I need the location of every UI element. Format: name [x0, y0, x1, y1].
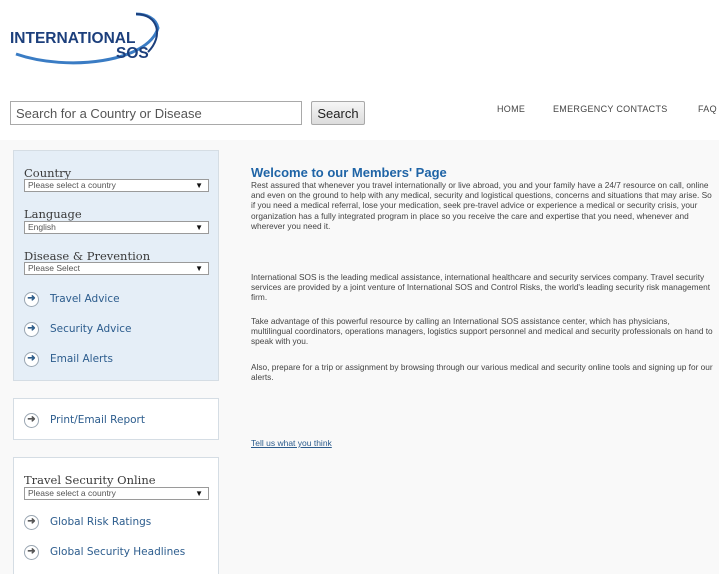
chevron-down-icon: ▼: [195, 181, 203, 190]
chevron-down-icon: ▼: [195, 264, 203, 273]
email-alerts-link[interactable]: ➜ Email Alerts: [24, 350, 113, 368]
global-risk-ratings-label: Global Risk Ratings: [50, 516, 152, 528]
chevron-down-icon: ▼: [195, 223, 203, 232]
language-select[interactable]: English ▼: [24, 221, 209, 234]
arrow-right-circle-icon: ➜: [24, 351, 39, 367]
international-sos-logo[interactable]: INTERNATIONAL SOS: [8, 10, 168, 68]
arrow-right-circle-icon: ➜: [24, 412, 39, 428]
arrow-right-circle-icon: ➜: [24, 544, 39, 560]
logo-graphic: INTERNATIONAL SOS: [10, 12, 160, 65]
tso-country-select[interactable]: Please select a country ▼: [24, 487, 209, 500]
feedback-link[interactable]: Tell us what you think: [251, 438, 332, 448]
disease-select[interactable]: Please Select ▼: [24, 262, 209, 275]
chevron-down-icon: ▼: [195, 489, 203, 498]
print-email-panel: ➜ Print/Email Report: [13, 398, 219, 440]
global-risk-ratings-link[interactable]: ➜ Global Risk Ratings: [24, 513, 151, 531]
global-security-headlines-link[interactable]: ➜ Global Security Headlines: [24, 543, 185, 561]
country-select[interactable]: Please select a country ▼: [24, 179, 209, 192]
sidebar-search-panel: Country Please select a country ▼ Langua…: [13, 150, 219, 381]
email-alerts-label: Email Alerts: [50, 353, 113, 365]
prepare-paragraph: Also, prepare for a trip or assignment b…: [251, 362, 713, 383]
travel-security-online-label: Travel Security Online: [24, 473, 156, 487]
disease-select-value: Please Select: [28, 263, 80, 273]
logo-text-sos: SOS: [116, 45, 149, 62]
travel-advice-label: Travel Advice: [50, 293, 120, 305]
nav-faq-link[interactable]: FAQ: [698, 104, 717, 114]
print-email-report-link[interactable]: ➜ Print/Email Report: [24, 411, 145, 429]
print-email-report-label: Print/Email Report: [50, 414, 145, 426]
assistance-paragraph: Take advantage of this powerful resource…: [251, 316, 713, 347]
global-security-headlines-label: Global Security Headlines: [50, 546, 186, 558]
language-label: Language: [24, 207, 82, 221]
nav-emergency-contacts-link[interactable]: EMERGENCY CONTACTS: [553, 104, 668, 114]
arrow-right-circle-icon: ➜: [24, 291, 39, 307]
tso-country-select-value: Please select a country: [28, 488, 116, 498]
disease-prevention-label: Disease & Prevention: [24, 249, 151, 263]
top-navigation: HOME EMERGENCY CONTACTS FAQ: [0, 104, 719, 120]
language-select-value: English: [28, 222, 56, 232]
intro-paragraph: Rest assured that whenever you travel in…: [251, 180, 712, 231]
page-title: Welcome to our Members' Page: [251, 165, 447, 180]
country-select-value: Please select a country: [28, 180, 116, 190]
nav-home-link[interactable]: HOME: [497, 104, 525, 114]
country-label: Country: [24, 166, 72, 180]
security-advice-label: Security Advice: [50, 323, 132, 335]
travel-security-online-panel: Travel Security Online Please select a c…: [13, 457, 219, 574]
arrow-right-circle-icon: ➜: [24, 514, 39, 530]
arrow-right-circle-icon: ➜: [24, 321, 39, 337]
about-paragraph: International SOS is the leading medical…: [251, 272, 711, 303]
security-advice-link[interactable]: ➜ Security Advice: [24, 320, 131, 338]
travel-advice-link[interactable]: ➜ Travel Advice: [24, 290, 120, 308]
